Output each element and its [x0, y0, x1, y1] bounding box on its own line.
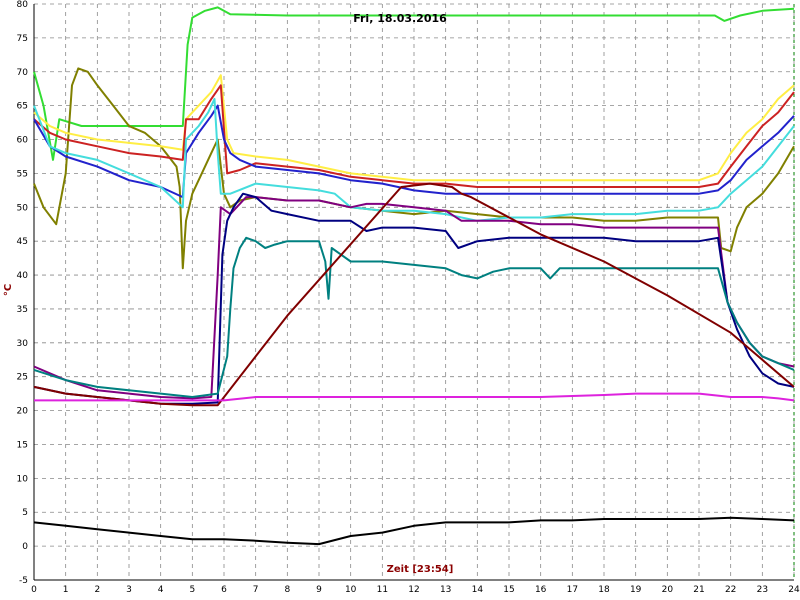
x-tick-label: 21 — [693, 585, 704, 595]
x-tick-label: 22 — [725, 585, 736, 595]
x-tick-label: 0 — [31, 585, 37, 595]
y-tick-label: 75 — [17, 34, 28, 44]
y-tick-label: 5 — [22, 508, 28, 518]
y-tick-label: 60 — [17, 136, 29, 146]
x-tick-label: 6 — [221, 585, 227, 595]
x-tick-label: 8 — [284, 585, 290, 595]
x-tick-label: 20 — [662, 585, 674, 595]
x-tick-label: 18 — [598, 585, 610, 595]
x-tick-label: 4 — [158, 585, 164, 595]
y-tick-label: 25 — [17, 373, 28, 383]
y-tick-label: 40 — [17, 271, 29, 281]
x-axis-label: Zeit [23:54] — [387, 564, 454, 575]
y-tick-label: 65 — [17, 102, 28, 112]
x-tick-label: 14 — [472, 585, 484, 595]
y-tick-label: 50 — [17, 203, 29, 213]
x-tick-label: 19 — [630, 585, 642, 595]
x-tick-label: 16 — [535, 585, 547, 595]
chart-title: Fri, 18.03.2016 — [353, 12, 447, 25]
plot-background — [0, 0, 800, 600]
y-tick-label: -5 — [19, 576, 28, 586]
x-tick-label: 15 — [503, 585, 514, 595]
y-tick-label: 70 — [17, 68, 29, 78]
y-tick-label: 30 — [17, 339, 29, 349]
x-tick-label: 13 — [440, 585, 451, 595]
x-tick-label: 5 — [189, 585, 195, 595]
y-tick-label: 20 — [17, 407, 29, 417]
chart: 0 1 2 3 4 5 6 7 8 9 10 11 12 13 14 15 16 17 18 19 20 21 22 23 24… — [0, 0, 800, 600]
y-axis-label: °C — [3, 284, 14, 296]
x-tick-label: 17 — [567, 585, 578, 595]
y-tick-label: 55 — [17, 169, 28, 179]
y-tick-label: 80 — [17, 0, 29, 10]
line-chart: 0 1 2 3 4 5 6 7 8 9 10 11 12 13 14 15 16 17 18 19 20 21 22 23 24… — [0, 0, 800, 600]
x-tick-label: 1 — [63, 585, 69, 595]
y-tick-label: 10 — [17, 474, 29, 484]
y-tick-label: 45 — [17, 237, 28, 247]
x-tick-label: 10 — [345, 585, 357, 595]
x-tick-label: 3 — [126, 585, 132, 595]
y-tick-label: 0 — [22, 542, 28, 552]
x-tick-label: 9 — [316, 585, 322, 595]
x-tick-label: 7 — [253, 585, 259, 595]
y-tick-label: 35 — [17, 305, 28, 315]
x-tick-label: 2 — [94, 585, 100, 595]
x-tick-label: 12 — [408, 585, 419, 595]
y-tick-label: 15 — [17, 440, 28, 450]
x-tick-label: 11 — [377, 585, 388, 595]
x-tick-label: 24 — [788, 585, 800, 595]
x-tick-label: 23 — [757, 585, 768, 595]
